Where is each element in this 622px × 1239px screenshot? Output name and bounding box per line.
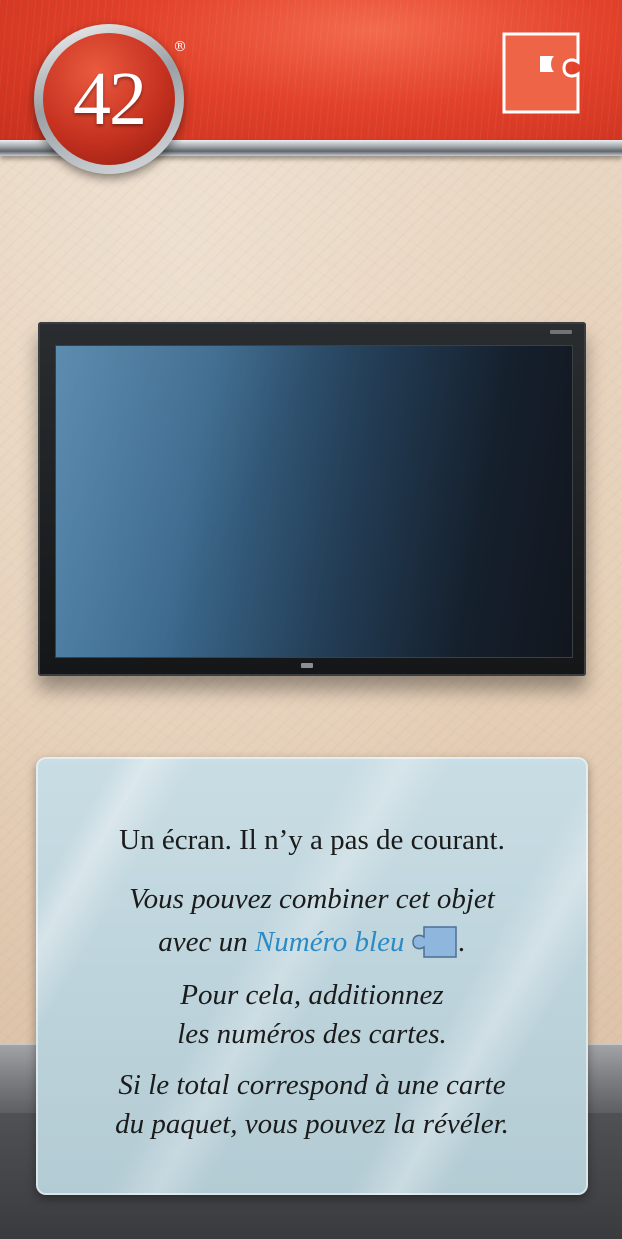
registered-mark: ® (173, 39, 187, 55)
blue-number-label: Numéro bleu (254, 926, 405, 958)
combine-instruction-line2: avec un Numéro bleu . (36, 925, 588, 959)
card-number-badge: 42 ® (34, 24, 187, 174)
television[interactable] (38, 322, 586, 676)
combine-prefix: avec un (158, 926, 255, 958)
card-number: 42 (73, 56, 147, 141)
combine-suffix: . (458, 926, 466, 958)
tv-power-indicator (301, 663, 313, 668)
object-description: Un écran. Il n’y a pas de courant. (119, 824, 505, 856)
reveal-line1: Si le total correspond à une carte (118, 1069, 506, 1101)
combine-instruction-line1: Vous pouvez combiner cet objet (129, 883, 495, 915)
blue-puzzle-piece-icon (412, 926, 458, 958)
reveal-line2: du paquet, vous pouvez la révéler. (115, 1108, 509, 1140)
tv-screen (55, 345, 573, 658)
card-text-panel: Un écran. Il n’y a pas de courant. Vous … (36, 757, 588, 1195)
rule-line1: Pour cela, additionnez (180, 979, 444, 1011)
red-puzzle-piece-icon (502, 32, 580, 114)
tv-brand-mark (550, 330, 572, 334)
card-number-disc: 42 ® (43, 33, 187, 165)
rule-line2: les numéros des cartes. (177, 1018, 447, 1050)
